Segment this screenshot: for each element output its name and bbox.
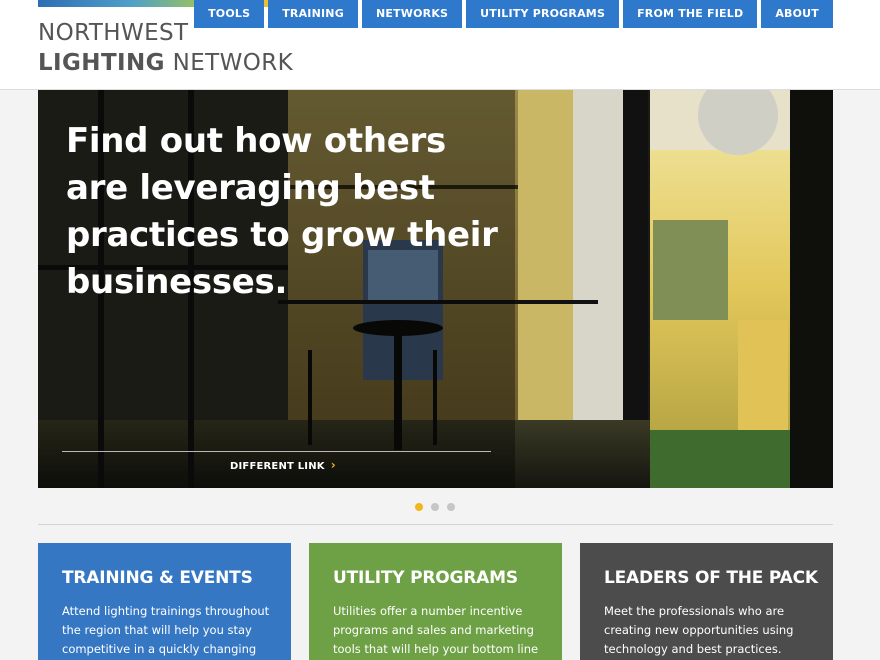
nav-about[interactable]: ABOUT <box>761 0 833 28</box>
hero-headline: Find out how others are leveraging best … <box>66 121 498 302</box>
main-nav: TOOLS TRAINING NETWORKS UTILITY PROGRAMS… <box>194 0 833 28</box>
chevron-right-icon: › <box>330 458 336 472</box>
card-description: Meet the professionals who are creating … <box>604 604 794 656</box>
logo-line-2: LIGHTING NETWORK <box>38 48 293 78</box>
card-leaders-of-the-pack[interactable]: LEADERS OF THE PACK Meet the professiona… <box>580 543 833 660</box>
nav-from-the-field[interactable]: FROM THE FIELD <box>623 0 758 28</box>
card-title: TRAINING & EVENTS <box>62 568 253 588</box>
nav-utility-programs[interactable]: UTILITY PROGRAMS <box>466 0 620 28</box>
slider-dot-1[interactable] <box>415 503 423 511</box>
card-title: UTILITY PROGRAMS <box>333 568 518 588</box>
hero-slider: Find out how others are leveraging best … <box>38 90 833 488</box>
slider-dot-2[interactable] <box>431 503 439 511</box>
site-header: NORTHWEST LIGHTING NETWORK TOOLS TRAININ… <box>0 0 880 90</box>
slider-pagination <box>415 503 455 511</box>
nav-tools[interactable]: TOOLS <box>194 0 265 28</box>
section-divider <box>38 524 833 525</box>
logo-word-lighting: LIGHTING <box>38 50 165 76</box>
hero-divider <box>62 451 491 452</box>
hero-cta-label: DIFFERENT LINK <box>230 461 325 472</box>
slider-dot-3[interactable] <box>447 503 455 511</box>
card-training-events[interactable]: TRAINING & EVENTS Attend lighting traini… <box>38 543 291 660</box>
nav-training[interactable]: TRAINING <box>268 0 358 28</box>
card-utility-programs[interactable]: UTILITY PROGRAMS Utilities offer a numbe… <box>309 543 562 660</box>
card-description: Utilities offer a number incentive progr… <box>333 604 539 656</box>
logo-word-network: NETWORK <box>164 50 294 76</box>
hero-cta-link[interactable]: DIFFERENT LINK › <box>230 458 336 472</box>
nav-networks[interactable]: NETWORKS <box>361 0 463 28</box>
card-title: LEADERS OF THE PACK <box>604 568 818 588</box>
card-description: Attend lighting trainings throughout the… <box>62 604 270 656</box>
